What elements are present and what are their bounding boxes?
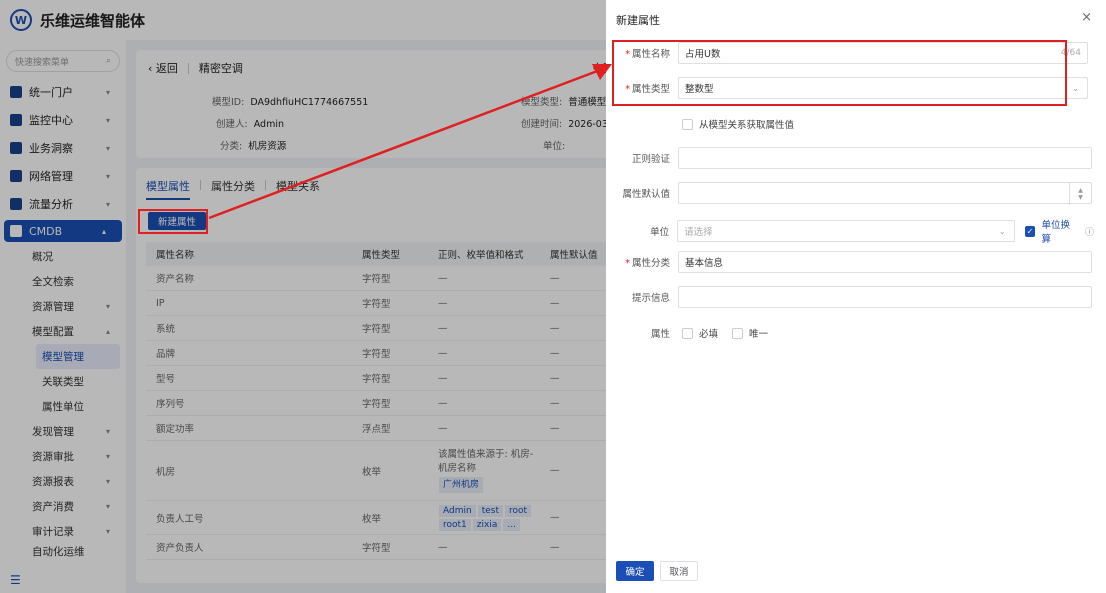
field-label: 正则验证 (631, 154, 670, 165)
field-attributes: 属性 必填 唯一 (606, 326, 1094, 340)
field-label: 提示信息 (631, 293, 670, 304)
info-icon[interactable]: ⓘ (1085, 225, 1094, 238)
chevron-down-icon: ⌄ (1072, 83, 1079, 93)
field-from-relation: 从模型关系获取属性值 (606, 117, 1094, 131)
confirm-button[interactable]: 确定 (616, 561, 654, 581)
required-checkbox[interactable] (682, 327, 693, 339)
field-unit: 单位 请选择 ⌄ ✓ 单位换算 ⓘ (606, 217, 1094, 245)
from-relation-checkbox[interactable] (682, 118, 693, 130)
unique-checkbox[interactable] (732, 327, 744, 339)
field-label: 属性 (650, 329, 670, 340)
checkbox-label: 单位换算 (1041, 220, 1070, 245)
checkbox-label: 唯一 (749, 329, 769, 340)
hint-input[interactable] (678, 286, 1092, 308)
checkbox-label: 从模型关系获取属性值 (699, 120, 795, 131)
stepper-icon[interactable]: ▲ ▼ (1069, 183, 1091, 205)
field-regex: 正则验证 (606, 147, 1094, 169)
checkbox-label: 必填 (699, 329, 719, 340)
unit-convert-checkbox[interactable]: ✓ (1024, 225, 1036, 237)
field-label: * 属性分类 (625, 258, 670, 269)
highlight-box (612, 40, 1067, 106)
attr-group-input[interactable]: 基本信息 (678, 251, 1092, 273)
close-icon[interactable]: × (1081, 10, 1092, 25)
field-hint: 提示信息 (606, 286, 1094, 308)
field-default: 属性默认值 ▲ ▼ (606, 182, 1094, 205)
default-value-stepper[interactable]: ▲ ▼ (678, 182, 1092, 205)
highlight-box (138, 209, 208, 234)
unit-select[interactable]: 请选择 ⌄ (677, 220, 1015, 242)
regex-input[interactable] (678, 147, 1092, 169)
field-label: 单位 (650, 227, 670, 238)
chevron-down-icon: ⌄ (998, 226, 1006, 236)
drawer-title: 新建属性 (616, 14, 660, 27)
field-attr-group: * 属性分类 基本信息 (606, 251, 1094, 273)
cancel-button[interactable]: 取消 (660, 561, 698, 581)
field-label: 属性默认值 (622, 189, 670, 200)
